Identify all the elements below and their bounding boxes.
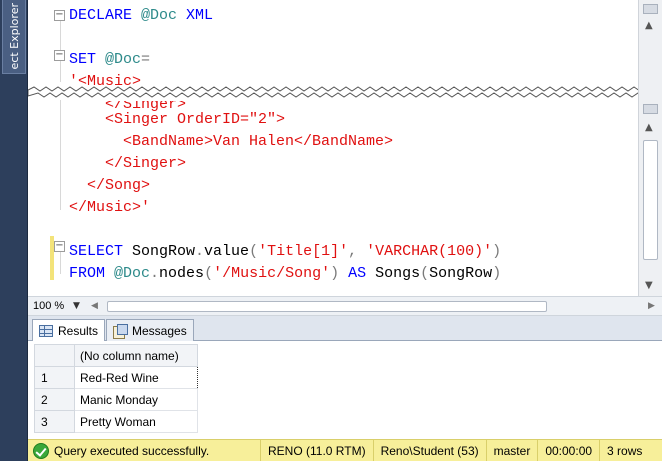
code-token: XML [186,7,214,24]
code-token: </Song> [69,177,151,194]
code-token: <Singer OrderID="2"> [69,111,286,128]
tab-results-label: Results [58,324,99,338]
scroll-down-icon[interactable]: ▼ [645,280,653,291]
status-rows: 3 rows [599,439,649,461]
code-token: ( [420,265,430,282]
status-bar: Query executed successfully. RENO (11.0 … [28,439,662,461]
table-row[interactable]: 2 Manic Monday [34,388,198,411]
tab-messages-label: Messages [132,323,187,338]
code-token: ) [492,243,502,260]
code-token: @Doc [141,7,178,24]
tab-results[interactable]: Results [32,319,106,342]
code-token: . [150,265,160,282]
code-token: 'VARCHAR(100)' [366,243,493,260]
vertical-scroll-thumb[interactable] [643,140,658,260]
scroll-left-icon[interactable]: ◀ [91,301,103,311]
code-token: SongRow [429,265,493,282]
code-token: @Doc [114,265,151,282]
code-token: FROM [69,265,115,282]
code-token: = [141,51,151,68]
code-token: Songs [375,265,421,282]
editor-vertical-scrollbar[interactable]: ▲ ▲ ▼ [638,0,662,296]
split-grip[interactable] [643,4,658,14]
object-explorer-strip: ect Explorer [0,0,28,461]
code-line[interactable]: SET @Doc= [69,50,150,70]
grid-cell[interactable]: Pretty Woman [74,410,198,433]
code-token: DECLARE [69,7,142,24]
column-header[interactable]: (No column name) [74,344,198,367]
row-number-header[interactable] [34,344,75,367]
scroll-up-icon[interactable]: ▲ [645,122,653,133]
query-editor[interactable]: − − − DECLARE @Doc XML SET @Doc= '<Music> … [28,0,662,296]
code-line[interactable]: FROM @Doc.nodes('/Music/Song') AS Songs(… [69,264,501,284]
code-token: </Music>' [69,199,151,216]
horizontal-scroll-thumb[interactable] [107,301,547,312]
zoom-dropdown-icon[interactable]: ▼ [73,301,87,311]
code-token: . [195,243,205,260]
row-number[interactable]: 1 [34,366,75,389]
status-user: Reno\Student (53) [372,439,486,461]
code-line[interactable]: </Singer> [69,154,186,174]
code-token: '/Music/Song' [213,265,331,282]
outline-guide [60,100,61,210]
code-token: SET [69,51,106,68]
code-token: nodes [159,265,205,282]
results-grid-panel: (No column name) 1 Red-Red Wine 2 Manic … [28,341,662,439]
zoom-bar: 100 % ▼ ◀ ▶ [28,296,662,316]
collapse-toggle-icon[interactable]: − [54,241,65,252]
code-line[interactable]: SELECT SongRow.value('Title[1]', 'VARCHA… [69,242,501,262]
code-token: value [204,243,250,260]
code-token: SongRow [132,243,196,260]
grid-header-row: (No column name) [34,344,198,367]
code-token: , [348,243,367,260]
code-token: AS [348,265,376,282]
object-explorer-tab-label: ect Explorer [7,3,21,70]
code-token: ) [330,265,349,282]
code-line[interactable]: <BandName>Van Halen</BandName> [69,132,393,152]
messages-icon [113,323,128,339]
code-token: 'Title[1]' [258,243,349,260]
grid-cell[interactable]: Red-Red Wine [74,366,198,389]
results-grid: (No column name) 1 Red-Red Wine 2 Manic … [34,344,198,433]
grid-cell[interactable]: Manic Monday [74,388,198,411]
row-number[interactable]: 3 [34,410,75,433]
status-database: master [485,439,538,461]
collapse-toggle-icon[interactable]: − [54,50,65,61]
table-row[interactable]: 3 Pretty Woman [34,410,198,433]
results-tabs: Results Messages [28,316,662,342]
code-token: ) [492,265,502,282]
code-token: ( [249,243,259,260]
collapse-toggle-icon[interactable]: − [54,10,65,21]
code-line[interactable]: </Song> [69,176,150,196]
code-line[interactable]: DECLARE @Doc XML [69,6,213,26]
horizontal-scrollbar[interactable] [107,299,644,313]
zoom-level[interactable]: 100 % [33,300,73,312]
table-row[interactable]: 1 Red-Red Wine [34,366,198,389]
status-message: Query executed successfully. [54,443,210,458]
code-token: @Doc [105,51,142,68]
code-token: <BandName>Van Halen</BandName> [69,133,394,150]
torn-edge [28,86,662,98]
object-explorer-tab[interactable]: ect Explorer [2,0,26,74]
row-number[interactable]: 2 [34,388,75,411]
tab-messages[interactable]: Messages [106,319,194,341]
code-line[interactable]: <Singer OrderID="2"> [69,110,285,130]
scroll-right-icon[interactable]: ▶ [648,301,662,311]
code-token: SELECT [69,243,133,260]
change-marker [50,236,54,280]
outline-guide [60,12,61,82]
split-grip[interactable] [643,104,658,114]
code-line[interactable]: </Music>' [69,198,150,218]
status-server: RENO (11.0 RTM) [260,439,373,461]
status-elapsed: 00:00:00 [537,439,599,461]
success-check-icon [33,442,49,459]
scroll-up-icon[interactable]: ▲ [645,20,653,31]
code-token: </Singer> [69,155,187,172]
code-token: ( [204,265,214,282]
grid-icon [39,325,53,337]
